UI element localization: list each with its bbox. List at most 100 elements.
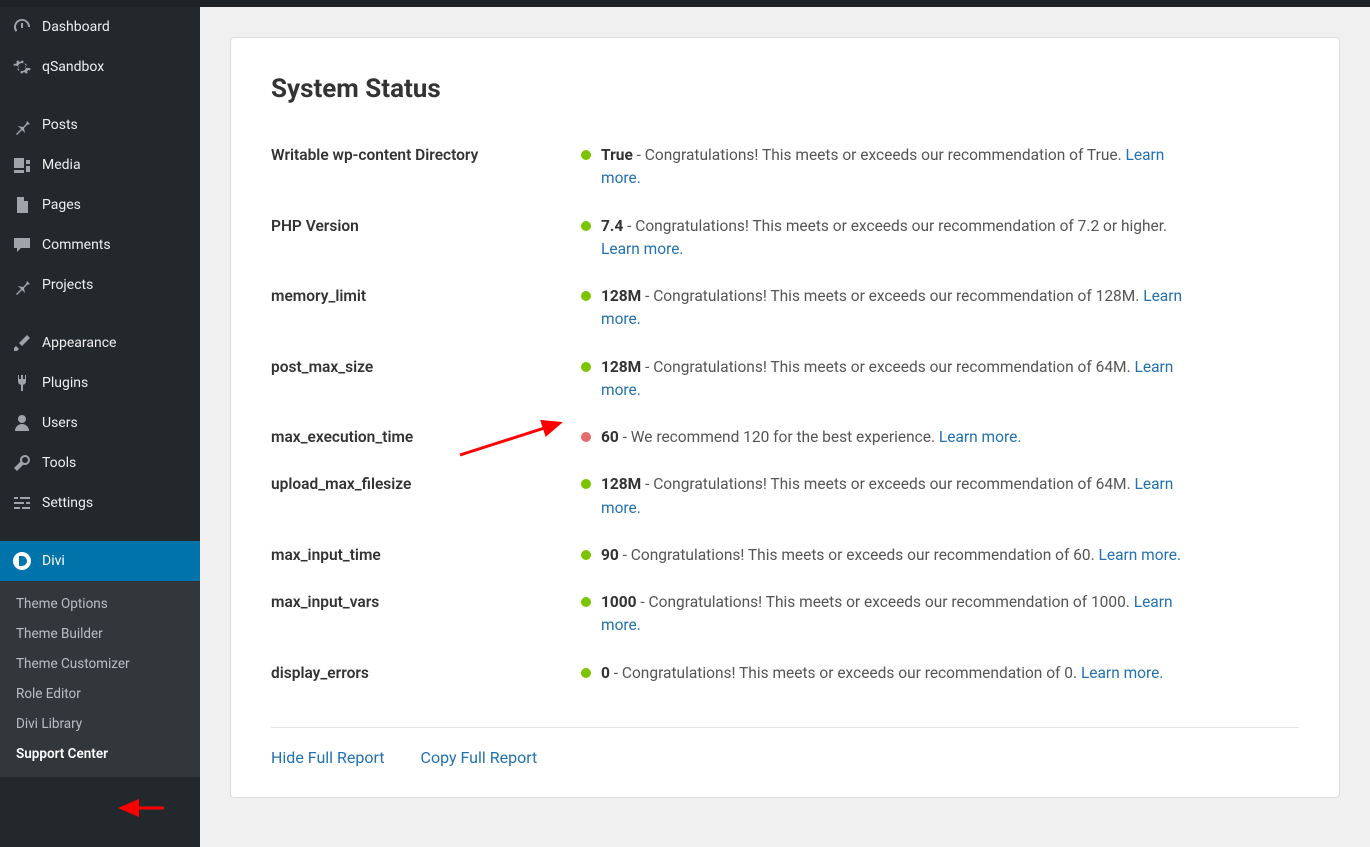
hide-full-report-link[interactable]: Hide Full Report (271, 748, 385, 767)
plug-icon (12, 373, 32, 393)
sidebar-item-posts[interactable]: Posts (0, 105, 200, 145)
status-text: - Congratulations! This meets or exceeds… (623, 217, 1167, 235)
status-pass-icon (581, 221, 591, 231)
menu-separator (0, 523, 200, 541)
status-value: 128M (601, 358, 641, 376)
status-row: memory_limit 128M - Congratulations! This… (271, 273, 1299, 344)
submenu-item-role-editor[interactable]: Role Editor (0, 679, 200, 709)
media-icon (12, 155, 32, 175)
status-label: max_input_vars (271, 591, 571, 614)
status-text: - Congratulations! This meets or exceeds… (641, 358, 1134, 376)
sidebar-item-dashboard[interactable]: Dashboard (0, 7, 200, 47)
admin-sidebar: Dashboard qSandbox Posts Media Pages Comments… (0, 7, 200, 847)
status-description: 0 - Congratulations! This meets or excee… (601, 662, 1201, 685)
divi-icon (12, 551, 32, 571)
sidebar-item-projects[interactable]: Projects (0, 265, 200, 305)
status-pass-icon (581, 362, 591, 372)
panel-title: System Status (271, 74, 1299, 104)
dashboard-icon (12, 17, 32, 37)
status-description: 128M - Congratulations! This meets or ex… (601, 285, 1201, 332)
sidebar-item-pages[interactable]: Pages (0, 185, 200, 225)
status-row: max_execution_time 60 - We recommend 120 … (271, 414, 1299, 461)
status-pass-icon (581, 668, 591, 678)
status-pass-icon (581, 550, 591, 560)
status-value: 128M (601, 287, 641, 305)
sidebar-item-plugins[interactable]: Plugins (0, 363, 200, 403)
status-indicator (571, 473, 601, 489)
status-indicator (571, 426, 601, 442)
sidebar-item-label: Dashboard (42, 19, 110, 35)
status-indicator (571, 356, 601, 372)
sidebar-item-label: qSandbox (42, 59, 104, 75)
report-actions: Hide Full Report Copy Full Report (271, 748, 1299, 767)
status-label: post_max_size (271, 356, 571, 379)
comment-icon (12, 235, 32, 255)
submenu-item-theme-builder[interactable]: Theme Builder (0, 619, 200, 649)
sidebar-item-settings[interactable]: Settings (0, 483, 200, 523)
sliders-icon (12, 493, 32, 513)
status-text: - Congratulations! This meets or exceeds… (619, 546, 1099, 564)
status-pass-icon (581, 150, 591, 160)
sidebar-item-label: Pages (42, 197, 81, 213)
status-row: Writable wp-content DirectoryTrue - Cong… (271, 132, 1299, 203)
sidebar-item-label: Settings (42, 495, 93, 511)
sidebar-item-label: Media (42, 157, 81, 173)
system-status-panel: System Status Writable wp-content Direct… (230, 37, 1340, 798)
status-description: 128M - Congratulations! This meets or ex… (601, 473, 1201, 520)
divider (271, 727, 1299, 728)
status-value: 90 (601, 546, 619, 564)
status-row: max_input_vars 1000 - Congratulations! Th… (271, 579, 1299, 650)
content-area: System Status Writable wp-content Direct… (200, 7, 1370, 847)
sidebar-item-label: Appearance (42, 335, 116, 351)
submenu-item-theme-options[interactable]: Theme Options (0, 589, 200, 619)
submenu-item-divi-library[interactable]: Divi Library (0, 709, 200, 739)
status-pass-icon (581, 479, 591, 489)
sidebar-item-divi[interactable]: Divi (0, 541, 200, 581)
status-description: 7.4 - Congratulations! This meets or exc… (601, 215, 1201, 262)
status-label: PHP Version (271, 215, 571, 238)
menu-separator (0, 305, 200, 323)
learn-more-link[interactable]: Learn more. (1099, 546, 1182, 564)
status-row: max_input_time90 - Congratulations! This… (271, 532, 1299, 579)
status-description: True - Congratulations! This meets or ex… (601, 144, 1201, 191)
menu-separator (0, 87, 200, 105)
status-value: True (601, 146, 633, 164)
status-value: 1000 (601, 593, 637, 611)
status-text: - Congratulations! This meets or exceeds… (610, 664, 1081, 682)
status-description: 128M - Congratulations! This meets or ex… (601, 356, 1201, 403)
status-label: max_execution_time (271, 426, 571, 449)
status-value: 0 (601, 664, 610, 682)
status-warn-icon (581, 432, 591, 442)
status-value: 60 (601, 428, 619, 446)
sidebar-item-comments[interactable]: Comments (0, 225, 200, 265)
gear-icon (12, 57, 32, 77)
sidebar-item-label: Divi (42, 553, 65, 569)
sidebar-item-appearance[interactable]: Appearance (0, 323, 200, 363)
status-value: 128M (601, 475, 641, 493)
status-text: - Congratulations! This meets or exceeds… (641, 287, 1143, 305)
status-description: 1000 - Congratulations! This meets or ex… (601, 591, 1201, 638)
user-icon (12, 413, 32, 433)
sidebar-item-label: Plugins (42, 375, 88, 391)
submenu-item-theme-customizer[interactable]: Theme Customizer (0, 649, 200, 679)
submenu-item-support-center[interactable]: Support Center (0, 739, 200, 769)
status-indicator (571, 544, 601, 560)
sidebar-item-tools[interactable]: Tools (0, 443, 200, 483)
learn-more-link[interactable]: Learn more. (1081, 664, 1164, 682)
status-label: memory_limit (271, 285, 571, 308)
copy-full-report-link[interactable]: Copy Full Report (421, 748, 538, 767)
sidebar-item-users[interactable]: Users (0, 403, 200, 443)
status-text: - Congratulations! This meets or exceeds… (637, 593, 1134, 611)
status-row: PHP Version 7.4 - Congratulations! This m… (271, 203, 1299, 274)
sidebar-item-qsandbox[interactable]: qSandbox (0, 47, 200, 87)
learn-more-link[interactable]: Learn more. (601, 240, 684, 258)
status-indicator (571, 285, 601, 301)
pin-icon (12, 275, 32, 295)
brush-icon (12, 333, 32, 353)
status-value: 7.4 (601, 217, 623, 235)
status-description: 60 - We recommend 120 for the best exper… (601, 426, 1201, 449)
learn-more-link[interactable]: Learn more. (939, 428, 1022, 446)
status-text: - We recommend 120 for the best experien… (619, 428, 939, 446)
status-description: 90 - Congratulations! This meets or exce… (601, 544, 1201, 567)
sidebar-item-media[interactable]: Media (0, 145, 200, 185)
